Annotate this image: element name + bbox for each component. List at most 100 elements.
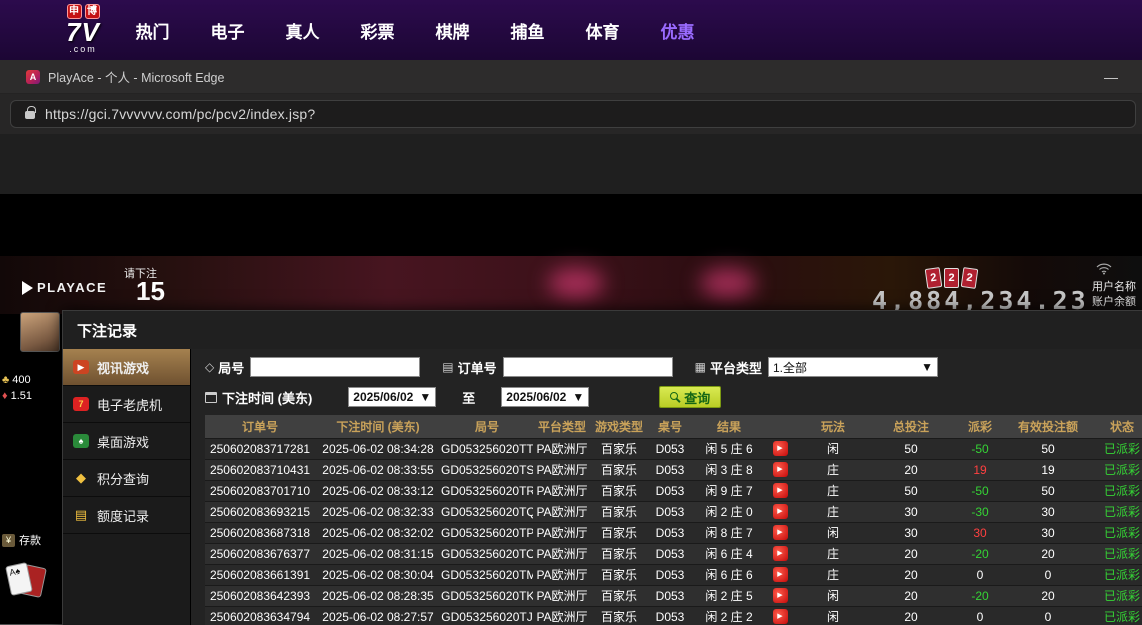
order-cell: 250602083687318 xyxy=(205,522,315,543)
total-bet-cell: 20 xyxy=(871,585,951,606)
deposit-button[interactable]: ¥ 存款 xyxy=(2,532,41,548)
payout-cell: -20 xyxy=(951,543,1009,564)
result-cell: 闲 9 庄 7 xyxy=(693,480,765,501)
table-row: 2506020836423932025-06-02 08:28:35GD0532… xyxy=(205,585,1142,606)
replay-play-icon[interactable]: ▶ xyxy=(773,441,788,456)
status-cell: 已派彩 xyxy=(1087,459,1142,480)
status-cell: 已派彩 xyxy=(1087,501,1142,522)
round-tag-icon: ◇ xyxy=(205,360,214,374)
platform-cell: PA欧洲厅 xyxy=(533,522,591,543)
platform-cell: PA欧洲厅 xyxy=(533,543,591,564)
table-row: 2506020836873182025-06-02 08:32:02GD0532… xyxy=(205,522,1142,543)
game-cell: 百家乐 xyxy=(591,606,647,625)
table-cell: D053 xyxy=(647,459,693,480)
site-logo[interactable]: 申 博 7V .com xyxy=(48,4,118,54)
club-icon: ♣ xyxy=(2,374,9,386)
nav-item-cards[interactable]: 棋牌 xyxy=(415,0,490,60)
sidebar-item-table-games[interactable]: ♠ 桌面游戏 xyxy=(63,423,190,460)
replay-play-icon[interactable]: ▶ xyxy=(773,525,788,540)
replay-play-icon[interactable]: ▶ xyxy=(773,588,788,603)
wifi-icon xyxy=(1096,262,1112,280)
time-cell: 2025-06-02 08:34:28 xyxy=(315,438,441,459)
user-avatar[interactable] xyxy=(20,312,60,352)
replay-cell: ▶ xyxy=(765,564,795,585)
chevron-down-icon: ▼ xyxy=(419,390,431,404)
column-header: 状态 xyxy=(1087,415,1142,438)
result-cell: 闲 6 庄 6 xyxy=(693,564,765,585)
slot-machine-icon: 7 xyxy=(73,397,89,411)
filter-row-1: ◇ 局号 ▤ 订单号 ▦ 平台类型 1.全部 ▼ xyxy=(205,355,1142,379)
address-bar: https://gci.7vvvvvv.com/pc/pcv2/index.js… xyxy=(0,94,1142,134)
valid-bet-cell: 50 xyxy=(1009,480,1087,501)
time-cell: 2025-06-02 08:28:35 xyxy=(315,585,441,606)
total-bet-cell: 20 xyxy=(871,459,951,480)
window-title: PlayAce - 个人 - Microsoft Edge xyxy=(48,67,224,86)
round-cell: GD053256020TM xyxy=(441,564,533,585)
replay-play-icon[interactable]: ▶ xyxy=(773,546,788,561)
search-button[interactable]: 查询 xyxy=(659,386,721,408)
table-cell: D053 xyxy=(647,543,693,564)
order-cell: 250602083676377 xyxy=(205,543,315,564)
date-from-select[interactable]: 2025/06/02 ▼ xyxy=(348,387,436,407)
status-cell: 已派彩 xyxy=(1087,564,1142,585)
round-input[interactable] xyxy=(250,357,420,377)
game-cell: 百家乐 xyxy=(591,480,647,501)
status-cell: 已派彩 xyxy=(1087,438,1142,459)
replay-play-icon[interactable]: ▶ xyxy=(773,609,788,624)
replay-cell: ▶ xyxy=(765,522,795,543)
play-type-cell: 庄 xyxy=(795,480,871,501)
table-row: 2506020836347942025-06-02 08:27:57GD0532… xyxy=(205,606,1142,625)
order-cell: 250602083634794 xyxy=(205,606,315,625)
lock-icon[interactable] xyxy=(25,111,35,119)
platform-select[interactable]: 1.全部 ▼ xyxy=(768,357,938,377)
nav-item-promo[interactable]: 优惠 xyxy=(640,0,715,60)
status-cell: 已派彩 xyxy=(1087,606,1142,625)
order-cell: 250602083661391 xyxy=(205,564,315,585)
chevron-down-icon: ▼ xyxy=(921,360,933,374)
replay-cell: ▶ xyxy=(765,501,795,522)
replay-cell: ▶ xyxy=(765,480,795,501)
minimize-button[interactable]: — xyxy=(1096,60,1126,94)
nav-item-live[interactable]: 真人 xyxy=(265,0,340,60)
sidebar-item-quota-records[interactable]: ▤ 额度记录 xyxy=(63,497,190,534)
payout-cell: -50 xyxy=(951,438,1009,459)
nav-item-hot[interactable]: 热门 xyxy=(115,0,190,60)
column-header: 桌号 xyxy=(647,415,693,438)
account-labels: 用户名称 账户余额 xyxy=(1092,280,1136,310)
valid-bet-cell: 30 xyxy=(1009,501,1087,522)
nav-item-lottery[interactable]: 彩票 xyxy=(340,0,415,60)
nav-item-fishing[interactable]: 捕鱼 xyxy=(490,0,565,60)
status-cell: 已派彩 xyxy=(1087,522,1142,543)
payout-cell: -20 xyxy=(951,585,1009,606)
column-header: 订单号 xyxy=(205,415,315,438)
url-input[interactable]: https://gci.7vvvvvv.com/pc/pcv2/index.js… xyxy=(10,100,1136,128)
calendar-icon xyxy=(205,392,217,403)
column-header: 平台类型 xyxy=(533,415,591,438)
play-type-cell: 庄 xyxy=(795,564,871,585)
nav-item-slots[interactable]: 电子 xyxy=(190,0,265,60)
total-bet-cell: 20 xyxy=(871,606,951,625)
modal-title: 下注记录 xyxy=(63,311,1142,349)
playace-logo: PLAYACE xyxy=(22,280,107,295)
order-cell: 250602083642393 xyxy=(205,585,315,606)
chevron-down-icon: ▼ xyxy=(572,390,584,404)
replay-play-icon[interactable]: ▶ xyxy=(773,567,788,582)
replay-play-icon[interactable]: ▶ xyxy=(773,462,788,477)
sidebar-item-video-games[interactable]: ▶ 视讯游戏 xyxy=(63,349,190,386)
platform-cell: PA欧洲厅 xyxy=(533,501,591,522)
replay-play-icon[interactable]: ▶ xyxy=(773,483,788,498)
nav-item-sports[interactable]: 体育 xyxy=(565,0,640,60)
payout-cell: 19 xyxy=(951,459,1009,480)
sidebar-item-slot-machines[interactable]: 7 电子老虎机 xyxy=(63,386,190,423)
url-text: https://gci.7vvvvvv.com/pc/pcv2/index.js… xyxy=(45,106,315,122)
cards-decor: A♠ xyxy=(6,562,56,604)
order-input[interactable] xyxy=(503,357,673,377)
date-to-select[interactable]: 2025/06/02 ▼ xyxy=(501,387,589,407)
table-row: 2506020836932152025-06-02 08:32:33GD0532… xyxy=(205,501,1142,522)
play-type-cell: 庄 xyxy=(795,459,871,480)
diamond-icon: ♦ xyxy=(2,390,8,402)
replay-play-icon[interactable]: ▶ xyxy=(773,504,788,519)
playace-mark-icon xyxy=(22,281,33,295)
sidebar-item-points-query[interactable]: ◆ 积分查询 xyxy=(63,460,190,497)
game-cell: 百家乐 xyxy=(591,501,647,522)
